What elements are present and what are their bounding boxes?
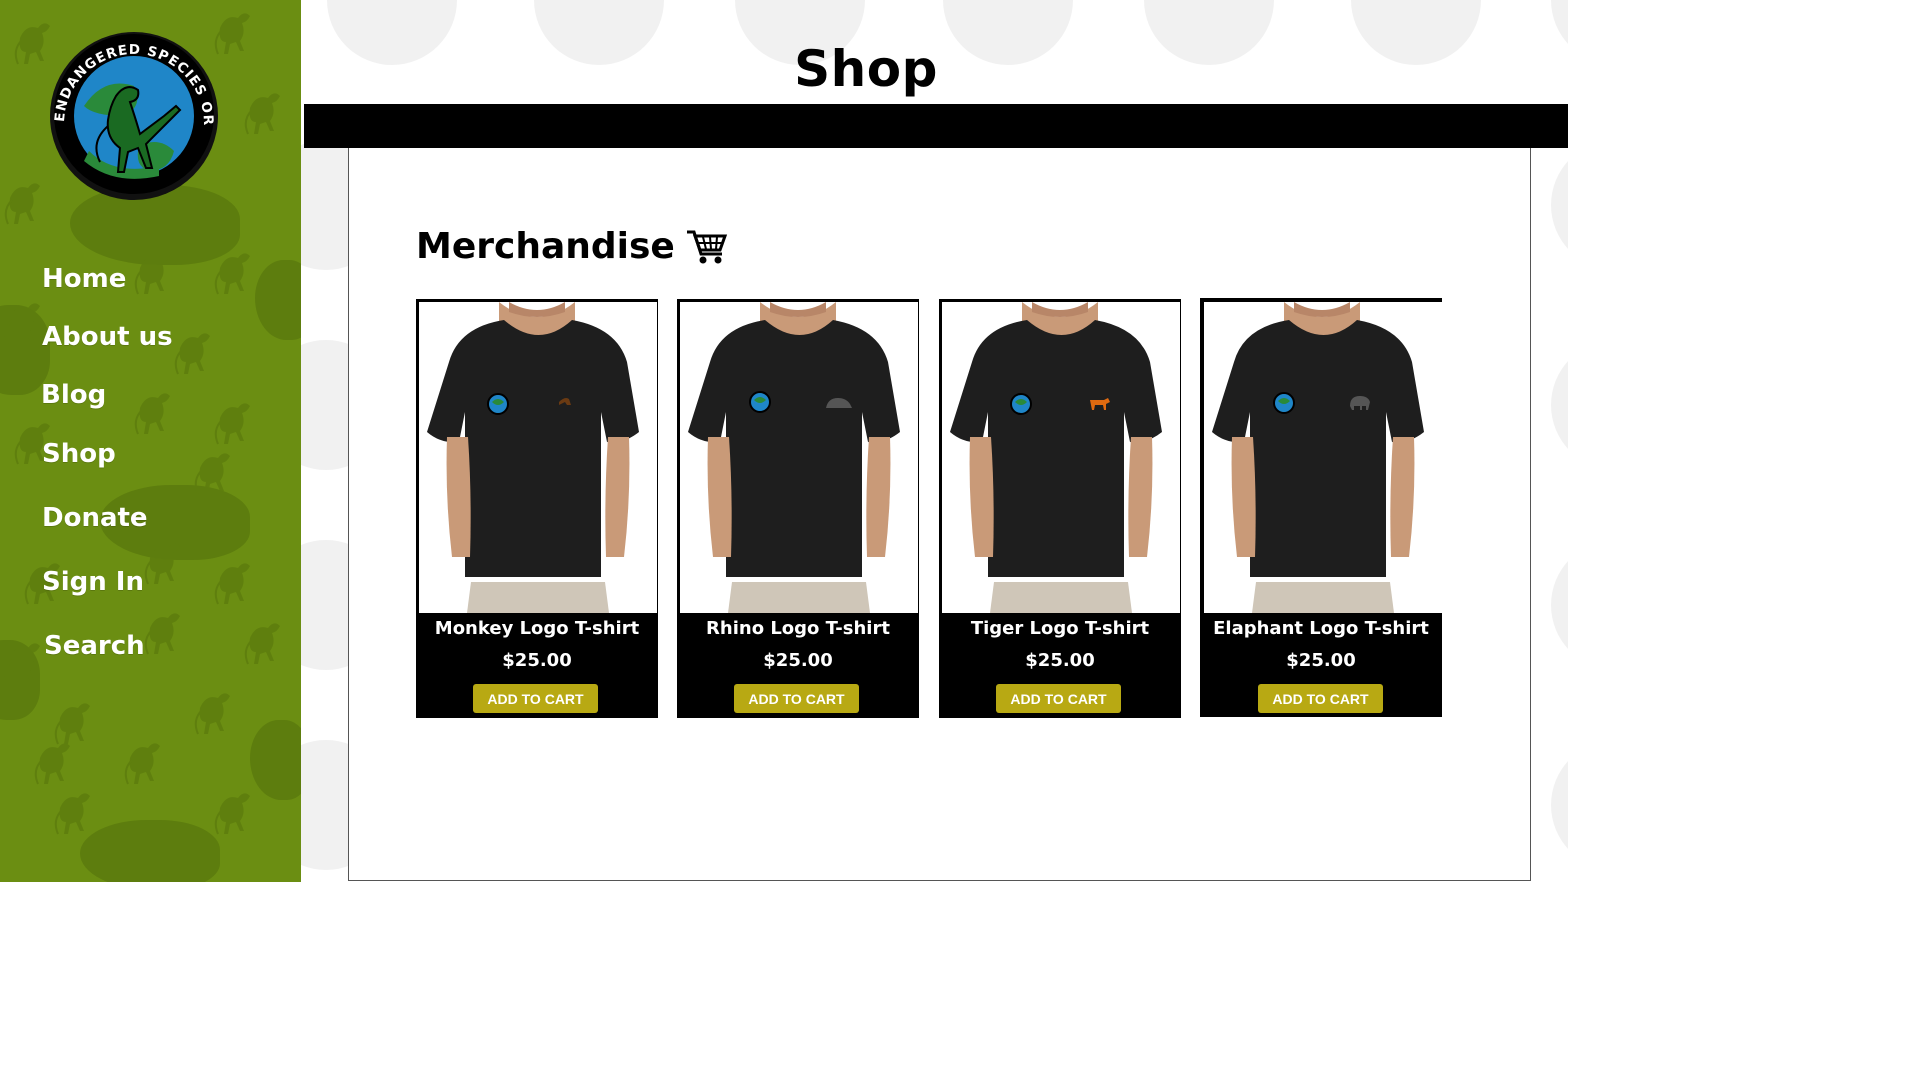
- nav-item-sign-in[interactable]: Sign In: [42, 567, 144, 597]
- product-name: Tiger Logo T-shirt: [970, 618, 1150, 639]
- product-price: $25.00: [502, 650, 572, 671]
- product-price: $25.00: [1286, 650, 1356, 671]
- product-name: Rhino Logo T-shirt: [706, 618, 890, 639]
- content-box: Merchandise Monkey Logo T-shirt $25.00 A…: [348, 148, 1531, 881]
- cart-icon: [686, 230, 727, 263]
- product-card-elephant: Elaphant Logo T-shirt $25.00 ADD TO CART: [1200, 298, 1442, 717]
- main-content: Shop Merchandise Monkey Logo T-shirt $25…: [301, 0, 1568, 882]
- nav-item-shop[interactable]: Shop: [42, 439, 116, 469]
- add-to-cart-button[interactable]: ADD TO CART: [734, 684, 859, 713]
- nav-item-home[interactable]: Home: [42, 264, 126, 294]
- background-pattern-circle: [1551, 540, 1568, 670]
- nav-item-donate[interactable]: Donate: [42, 503, 148, 533]
- product-price: $25.00: [763, 650, 833, 671]
- add-to-cart-button[interactable]: ADD TO CART: [996, 684, 1121, 713]
- background-pattern-circle: [1551, 140, 1568, 270]
- background-pattern-circle: [1551, 340, 1568, 470]
- nav-item-about-us[interactable]: About us: [42, 322, 173, 352]
- section-heading: Merchandise: [416, 226, 729, 267]
- product-photo[interactable]: [680, 302, 918, 613]
- add-to-cart-button[interactable]: ADD TO CART: [1258, 684, 1383, 713]
- product-card-monkey: Monkey Logo T-shirt $25.00 ADD TO CART: [416, 299, 658, 718]
- product-card-tiger: Tiger Logo T-shirt $25.00 ADD TO CART: [939, 299, 1181, 718]
- product-card-rhino: Rhino Logo T-shirt $25.00 ADD TO CART: [677, 299, 919, 718]
- product-photo[interactable]: [419, 302, 657, 613]
- nav-item-blog[interactable]: Blog: [41, 380, 106, 410]
- sidebar: ENDANGERED SPECIES ORGANIZATION Home Abo…: [0, 0, 301, 882]
- background-pattern-circle: [1551, 0, 1568, 65]
- add-to-cart-button[interactable]: ADD TO CART: [473, 684, 598, 713]
- background-pattern-circle: [1551, 740, 1568, 870]
- product-name: Monkey Logo T-shirt: [434, 618, 640, 639]
- section-heading-text: Merchandise: [416, 226, 675, 267]
- page-title: Shop: [794, 40, 938, 98]
- title-bar: [304, 104, 1568, 148]
- animal-logo: [1350, 396, 1370, 410]
- product-photo[interactable]: [942, 302, 1180, 613]
- nav-item-search[interactable]: Search: [44, 631, 145, 661]
- product-name: Elaphant Logo T-shirt: [1213, 618, 1429, 639]
- product-photo[interactable]: [1204, 302, 1442, 613]
- product-price: $25.00: [1025, 650, 1095, 671]
- main-navigation: Home About us Blog Shop Donate Sign In S…: [0, 0, 301, 882]
